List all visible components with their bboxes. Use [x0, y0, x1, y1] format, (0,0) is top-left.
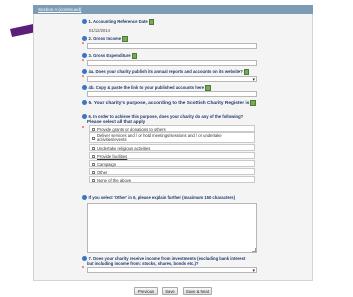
checkbox[interactable] — [91, 162, 95, 166]
help-icon[interactable] — [205, 85, 211, 91]
option-none-of-the-above[interactable]: None of the above — [89, 176, 255, 183]
section-title[interactable]: Section A (continued) — [38, 7, 81, 12]
option-religious-activities[interactable]: Undertake religious activities — [89, 144, 255, 151]
question-number-icon — [82, 19, 87, 25]
question-number-icon — [82, 85, 87, 91]
q6-note: Please select all that apply — [87, 119, 146, 124]
question-number-icon — [82, 53, 87, 59]
publish-accounts-select[interactable] — [87, 76, 257, 83]
option-other[interactable]: Other — [89, 168, 255, 175]
option-campaign[interactable]: Campaign — [89, 160, 255, 167]
gross-expenditure-input[interactable] — [87, 60, 257, 66]
option-provide-facilities[interactable]: Provide facilities — [89, 152, 255, 159]
section-header: Section A (continued) — [33, 5, 313, 14]
checkbox[interactable] — [91, 136, 95, 140]
checkbox[interactable] — [91, 154, 95, 158]
question-number-icon — [82, 69, 87, 75]
accounts-link-input[interactable] — [87, 91, 257, 97]
q4a-label: 4a. Does your charity publish its annual… — [82, 69, 250, 75]
question-number-icon — [82, 195, 87, 201]
help-icon[interactable] — [122, 36, 128, 42]
required-marker: * — [82, 266, 84, 272]
q4b-label: 4b. Copy & paste the link to your publis… — [82, 85, 211, 91]
help-icon[interactable] — [148, 19, 155, 25]
q1-label: 1. Accounting Reference Date — [82, 19, 155, 25]
help-icon[interactable] — [250, 100, 256, 106]
accounting-reference-date: 01/12/2014 — [89, 28, 110, 33]
gross-income-input[interactable] — [87, 43, 257, 49]
checkbox[interactable] — [91, 127, 95, 131]
save-next-button[interactable]: Save & Next — [183, 287, 212, 295]
q2-label: 2. Gross Income — [82, 36, 128, 42]
q3-label: 3. Gross Expenditure — [82, 53, 138, 59]
required-marker: * — [82, 75, 84, 81]
question-number-icon — [82, 36, 87, 42]
checkbox[interactable] — [91, 146, 95, 150]
q5-label: 5. Your charity's purpose, according to … — [82, 100, 256, 106]
help-icon[interactable] — [131, 53, 138, 59]
help-icon[interactable] — [243, 69, 250, 75]
required-marker: * — [82, 42, 84, 48]
required-marker: * — [82, 126, 84, 132]
checkbox[interactable] — [91, 178, 95, 182]
q7-label-continued: but including income from: stocks, share… — [87, 261, 199, 266]
option-deliver-services[interactable]: Deliver services and / or hold meetings/… — [89, 132, 255, 143]
other-explanation-label: If you select 'Other' in 6, please expla… — [82, 195, 235, 201]
question-number-icon — [82, 100, 87, 106]
previous-button[interactable]: Previous — [134, 287, 158, 295]
save-button[interactable]: Save — [162, 287, 178, 295]
checkbox[interactable] — [91, 170, 95, 174]
other-explanation-textarea[interactable] — [87, 203, 257, 253]
investment-income-select[interactable] — [87, 267, 257, 274]
required-marker: * — [82, 59, 84, 65]
option-provide-grants[interactable]: Provide grants or donations to others — [89, 125, 255, 132]
